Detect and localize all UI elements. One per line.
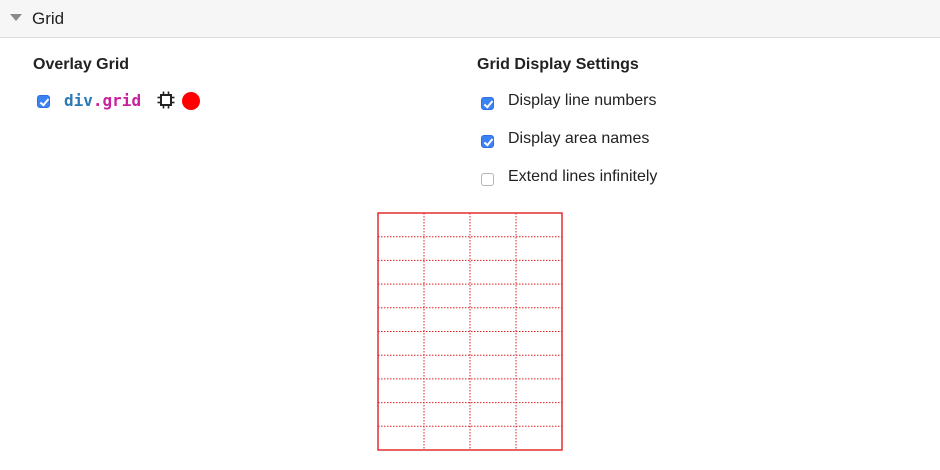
display-line-numbers-checkbox[interactable] (481, 97, 494, 110)
overlay-grid-item-node[interactable]: div.grid (64, 91, 141, 111)
node-class-name: .grid (92, 91, 142, 110)
display-area-names-checkbox[interactable] (481, 135, 494, 148)
extend-lines-infinitely-label[interactable]: Extend lines infinitely (508, 167, 657, 187)
node-target-icon[interactable] (157, 91, 175, 109)
overlay-grid-item-checkbox[interactable] (37, 95, 50, 108)
section-title: Grid (32, 9, 65, 28)
overlay-color-swatch[interactable] (182, 92, 200, 110)
grid-section-header[interactable]: Grid (0, 0, 940, 38)
disclosure-triangle-icon[interactable] (10, 14, 22, 21)
extend-lines-infinitely-checkbox[interactable] (481, 173, 494, 186)
grid-overlay-preview (377, 212, 563, 451)
overlay-grid-title: Overlay Grid (33, 56, 130, 73)
display-area-names-label[interactable]: Display area names (508, 129, 649, 149)
node-tag-name: div (64, 91, 93, 110)
grid-display-settings-title: Grid Display Settings (477, 56, 639, 73)
display-line-numbers-label[interactable]: Display line numbers (508, 91, 657, 111)
